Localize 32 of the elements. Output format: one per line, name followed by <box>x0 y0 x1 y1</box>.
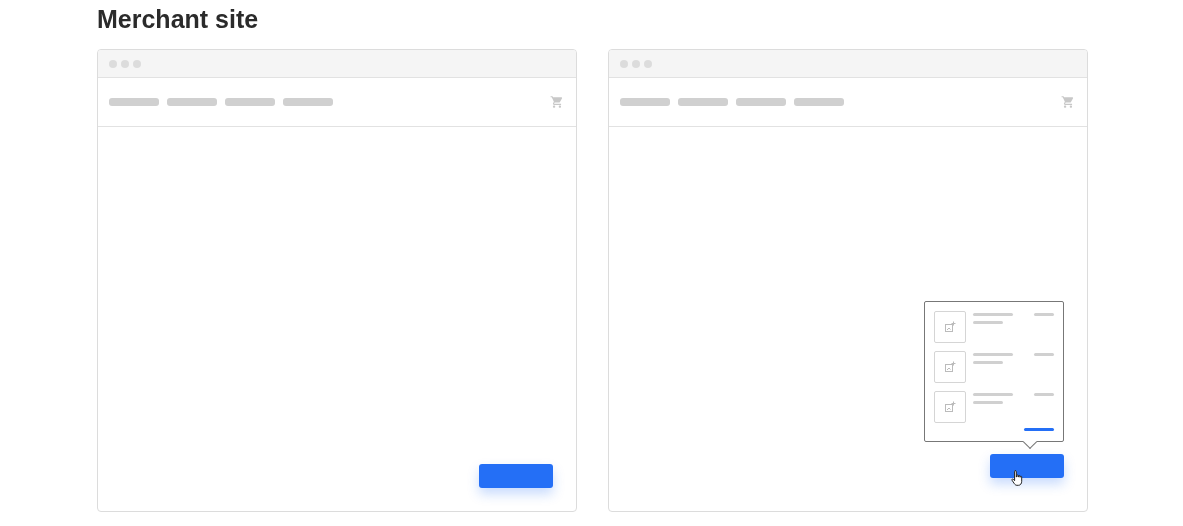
nav-placeholder <box>283 98 333 106</box>
window-dot <box>620 59 628 68</box>
window-dot <box>109 59 117 68</box>
price-placeholder <box>1034 313 1054 316</box>
text-placeholder <box>973 321 1003 324</box>
checkout-link-placeholder[interactable] <box>1024 428 1054 431</box>
text-placeholder <box>973 393 1013 396</box>
nav-placeholder <box>678 98 728 106</box>
cart-button[interactable] <box>479 464 553 488</box>
image-icon <box>944 361 956 373</box>
nav-placeholder <box>736 98 786 106</box>
pointer-cursor-icon <box>1011 469 1025 487</box>
price-placeholder <box>1034 353 1054 356</box>
cart-icon[interactable] <box>1061 95 1075 109</box>
page-title: Merchant site <box>97 4 259 35</box>
window-dot <box>121 59 129 68</box>
window-dot <box>133 59 141 68</box>
nav-placeholder <box>225 98 275 106</box>
text-placeholder <box>973 401 1003 404</box>
text-placeholder <box>973 313 1013 316</box>
nav-placeholder <box>109 98 159 106</box>
nav-placeholder <box>620 98 670 106</box>
window-dot <box>632 59 640 68</box>
price-placeholder <box>1034 393 1054 396</box>
text-placeholder <box>973 361 1003 364</box>
image-icon <box>944 401 956 413</box>
cart-icon[interactable] <box>550 95 564 109</box>
text-placeholder <box>973 353 1013 356</box>
image-icon <box>944 321 956 333</box>
window-dot <box>644 59 652 68</box>
nav-placeholder <box>794 98 844 106</box>
nav-placeholder <box>167 98 217 106</box>
